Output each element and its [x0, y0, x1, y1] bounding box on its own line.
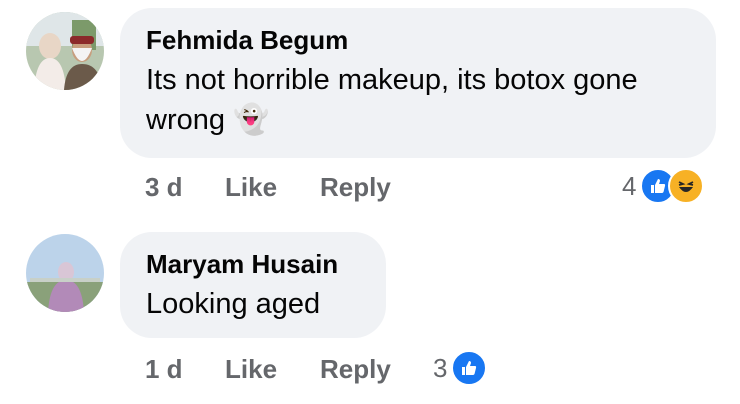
- reply-button[interactable]: Reply: [320, 354, 391, 385]
- avatar[interactable]: [26, 234, 104, 312]
- reaction-count: 3: [433, 352, 448, 383]
- comment-bubble: Maryam Husain Looking aged: [120, 232, 386, 338]
- avatar-photo: [26, 234, 104, 312]
- comment-text: Looking aged: [146, 288, 321, 320]
- like-button[interactable]: Like: [225, 354, 277, 385]
- comment-timestamp[interactable]: 1 d: [145, 354, 183, 385]
- comment-author[interactable]: Maryam Husain: [146, 248, 360, 280]
- comment-2: Maryam Husain Looking aged 1 d Like Repl…: [0, 0, 740, 404]
- reaction-summary[interactable]: 3: [433, 350, 488, 386]
- like-icon: [451, 350, 488, 386]
